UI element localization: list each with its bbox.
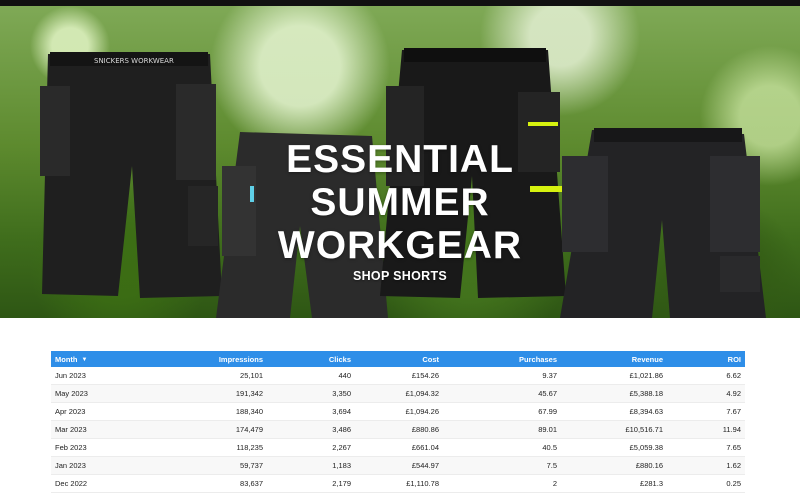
column-header-roi[interactable]: ROI [667,351,745,367]
cell-month: Feb 2023 [51,438,151,457]
column-header-month-label: Month [55,354,78,364]
cell-cost: £1,094.32 [355,384,443,403]
column-header-purchases[interactable]: Purchases [443,351,561,367]
cell-clicks: 2,267 [267,438,355,457]
hero-title-line-3: WORKGEAR [277,224,523,267]
table-row: Jun 2023 25,101 440 £154.26 9.37 £1,021.… [51,367,745,385]
table-row: May 2023 191,342 3,350 £1,094.32 45.67 £… [51,384,745,403]
cell-clicks: 1,183 [267,456,355,475]
cell-roi: 6.62 [667,367,745,385]
cell-roi: 4.92 [667,384,745,403]
hero-banner[interactable]: SNICKERS WORKWEAR ESSENTIAL SUMMER WORKG… [0,6,800,318]
monthly-performance-table: Month ▼ Impressions Clicks Cost Purchases… [51,351,745,493]
cell-clicks: 3,350 [267,384,355,403]
cell-impressions: 174,479 [151,420,267,439]
cell-month: Jun 2023 [51,367,151,385]
column-header-impressions[interactable]: Impressions [151,351,267,367]
cell-cost: £1,094.26 [355,402,443,421]
column-header-clicks[interactable]: Clicks [267,351,355,367]
cell-cost: £1,110.78 [355,474,443,493]
cell-revenue: £5,059.38 [561,438,667,457]
cell-purchases: 2 [443,474,561,493]
cell-revenue: £1,021.86 [561,367,667,385]
cell-roi: 1.62 [667,456,745,475]
cell-month: Dec 2022 [51,474,151,493]
waistband-brand-text: SNICKERS WORKWEAR [94,57,174,65]
cell-clicks: 3,694 [267,402,355,421]
hero-title-line-2: SUMMER [310,181,490,224]
cell-roi: 7.65 [667,438,745,457]
cell-month: Apr 2023 [51,402,151,421]
cell-purchases: 89.01 [443,420,561,439]
cell-roi: 11.94 [667,420,745,439]
cell-cost: £544.97 [355,456,443,475]
table-header-row: Month ▼ Impressions Clicks Cost Purchases… [51,351,745,367]
cell-purchases: 7.5 [443,456,561,475]
cell-month: Mar 2023 [51,420,151,439]
sort-desc-icon[interactable]: ▼ [82,357,88,363]
table-row: Dec 2022 83,637 2,179 £1,110.78 2 £281.3… [51,474,745,493]
table-row: Feb 2023 118,235 2,267 £661.04 40.5 £5,0… [51,438,745,457]
cell-cost: £880.86 [355,420,443,439]
column-header-revenue[interactable]: Revenue [561,351,667,367]
cell-revenue: £5,388.18 [561,384,667,403]
cell-clicks: 3,486 [267,420,355,439]
cell-clicks: 440 [267,367,355,385]
cell-revenue: £880.16 [561,456,667,475]
cell-clicks: 2,179 [267,474,355,493]
cell-impressions: 188,340 [151,402,267,421]
cell-roi: 0.25 [667,474,745,493]
column-header-cost[interactable]: Cost [355,351,443,367]
table-row: Mar 2023 174,479 3,486 £880.86 89.01 £10… [51,420,745,439]
shorts-image-left: SNICKERS WORKWEAR [40,52,222,298]
table-row: Apr 2023 188,340 3,694 £1,094.26 67.99 £… [51,402,745,421]
cell-month: May 2023 [51,384,151,403]
cell-revenue: £10,516.71 [561,420,667,439]
hero-title: ESSENTIAL SUMMER WORKGEAR [250,138,550,267]
cell-cost: £661.04 [355,438,443,457]
cell-purchases: 45.67 [443,384,561,403]
cell-month: Jan 2023 [51,456,151,475]
cell-impressions: 59,737 [151,456,267,475]
cell-impressions: 191,342 [151,384,267,403]
cell-cost: £154.26 [355,367,443,385]
cell-purchases: 9.37 [443,367,561,385]
cell-purchases: 67.99 [443,402,561,421]
cell-impressions: 118,235 [151,438,267,457]
hero-title-line-1: ESSENTIAL [286,138,514,181]
cell-revenue: £8,394.63 [561,402,667,421]
shorts-image-right [560,128,766,318]
cell-roi: 7.67 [667,402,745,421]
cell-purchases: 40.5 [443,438,561,457]
table-row: Jan 2023 59,737 1,183 £544.97 7.5 £880.1… [51,456,745,475]
cell-revenue: £281.3 [561,474,667,493]
cell-impressions: 83,637 [151,474,267,493]
shop-shorts-link[interactable]: SHOP SHORTS [330,269,470,283]
column-header-month[interactable]: Month ▼ [51,351,151,367]
cell-impressions: 25,101 [151,367,267,385]
